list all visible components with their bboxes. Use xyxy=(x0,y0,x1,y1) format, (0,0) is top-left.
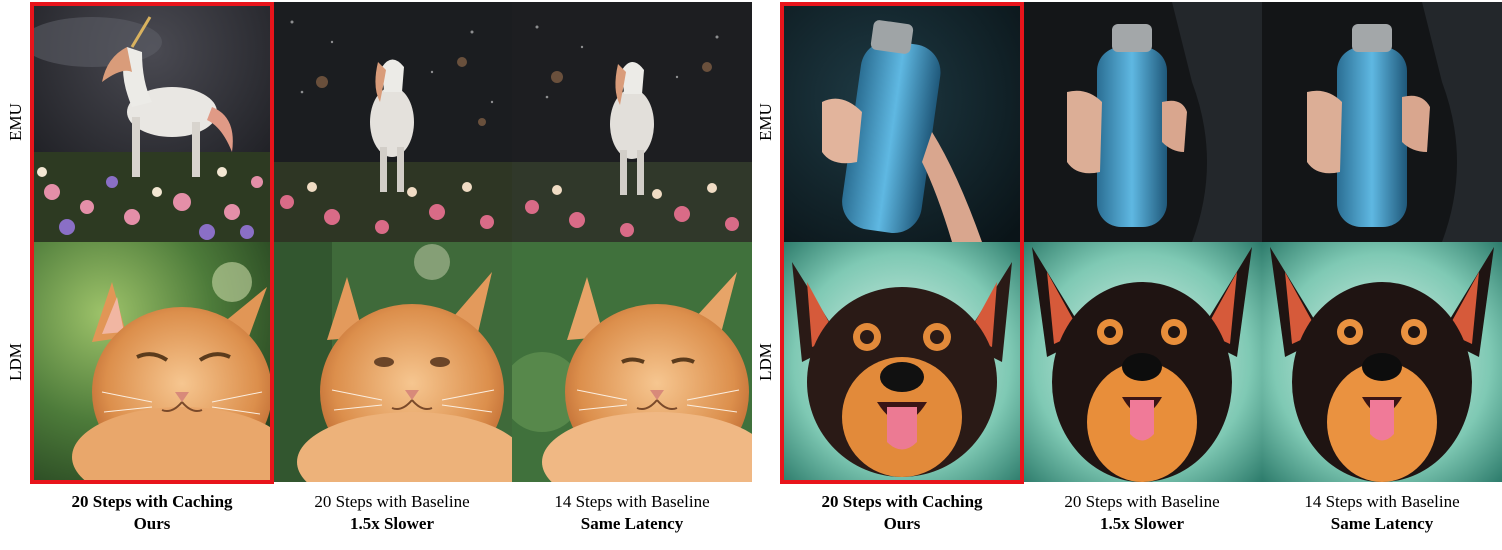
caption-line1: 20 Steps with Caching xyxy=(821,492,983,511)
caption-right-col1: 20 Steps with Caching Ours xyxy=(782,491,1022,535)
row-label-text: LDM xyxy=(756,343,775,381)
image-dog-baseline-14 xyxy=(1262,242,1502,482)
row-label-text: EMU xyxy=(6,103,25,141)
row-label-text: EMU xyxy=(756,103,775,141)
caption-right-col3: 14 Steps with Baseline Same Latency xyxy=(1262,491,1502,535)
row-label-emu-left: EMU xyxy=(6,2,26,242)
caption-left-col2: 20 Steps with Baseline 1.5x Slower xyxy=(272,491,512,535)
image-bottle-baseline-14 xyxy=(1262,2,1502,242)
image-cat-baseline-14 xyxy=(512,242,752,482)
caption-right-col2: 20 Steps with Baseline 1.5x Slower xyxy=(1022,491,1262,535)
image-cat-baseline-20 xyxy=(272,242,512,482)
image-unicorn-baseline-20 xyxy=(272,2,512,242)
image-bottle-caching xyxy=(782,2,1022,242)
caption-left-col3: 14 Steps with Baseline Same Latency xyxy=(512,491,752,535)
caption-line1: 14 Steps with Baseline xyxy=(554,492,710,511)
row-label-ldm-left: LDM xyxy=(6,242,26,482)
image-bottle-baseline-20 xyxy=(1022,2,1262,242)
row-label-emu-right: EMU xyxy=(756,2,776,242)
row-label-ldm-right: LDM xyxy=(756,242,776,482)
caption-line2: 1.5x Slower xyxy=(1099,514,1185,533)
caption-line2: Ours xyxy=(133,514,171,533)
caption-line1: 14 Steps with Baseline xyxy=(1304,492,1460,511)
caption-line2: Ours xyxy=(883,514,921,533)
caption-line2: 1.5x Slower xyxy=(349,514,435,533)
image-cat-caching xyxy=(32,242,272,482)
caption-left-col1: 20 Steps with Caching Ours xyxy=(32,491,272,535)
image-dog-caching xyxy=(782,242,1022,482)
caption-line2: Same Latency xyxy=(1330,514,1434,533)
caption-line1: 20 Steps with Baseline xyxy=(314,492,470,511)
caption-line1: 20 Steps with Caching xyxy=(71,492,233,511)
image-unicorn-baseline-14 xyxy=(512,2,752,242)
row-label-text: LDM xyxy=(6,343,25,381)
image-dog-baseline-20 xyxy=(1022,242,1262,482)
caption-line1: 20 Steps with Baseline xyxy=(1064,492,1220,511)
caption-line2: Same Latency xyxy=(580,514,684,533)
image-unicorn-caching xyxy=(32,2,272,242)
